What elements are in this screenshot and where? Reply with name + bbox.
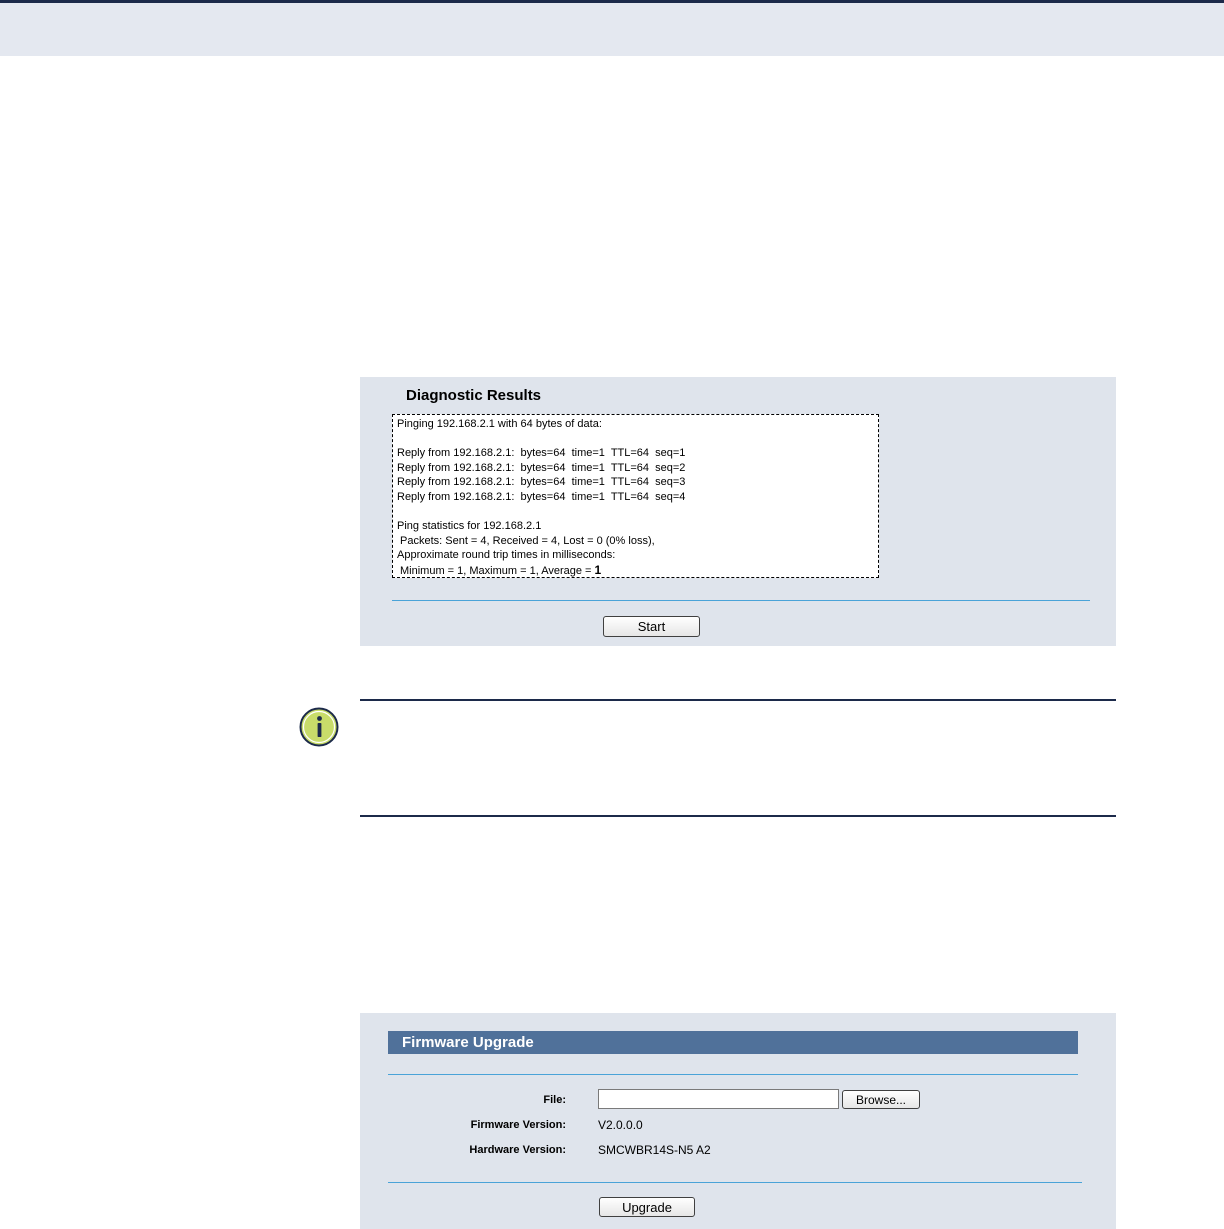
firmware-header: Firmware Upgrade: [388, 1031, 1078, 1054]
firmware-panel: Firmware Upgrade File: Browse... Firmwar…: [360, 1013, 1116, 1229]
result-line: Reply from 192.168.2.1: bytes=64 time=1 …: [397, 490, 686, 503]
result-line: Ping statistics for 192.168.2.1: [397, 520, 542, 533]
result-line: [397, 432, 874, 447]
firmware-version-value: V2.0.0.0: [598, 1118, 643, 1132]
page: Diagnostic Results Pinging 192.168.2.1 w…: [0, 0, 1224, 1229]
upgrade-button[interactable]: Upgrade: [599, 1197, 695, 1217]
hardware-version-value: SMCWBR14S-N5 A2: [598, 1143, 711, 1157]
diagnostic-title: Diagnostic Results: [406, 387, 542, 404]
start-button[interactable]: Start: [603, 616, 700, 637]
note-bottom-rule: [360, 815, 1116, 817]
result-line-text: Minimum = 1, Maximum = 1, Average =: [400, 564, 595, 577]
firmware-divider-top: [388, 1074, 1078, 1075]
result-line: Approximate round trip times in millisec…: [397, 549, 616, 562]
hardware-version-label: Hardware Version:: [469, 1144, 566, 1156]
result-line: [397, 505, 874, 520]
diagnostic-panel: Diagnostic Results Pinging 192.168.2.1 w…: [360, 377, 1116, 646]
result-line-average: Minimum = 1, Maximum = 1, Average = 1: [397, 562, 874, 577]
info-icon: [299, 707, 339, 747]
result-line: Reply from 192.168.2.1: bytes=64 time=1 …: [397, 461, 686, 474]
result-line: Packets: Sent = 4, Received = 4, Lost = …: [400, 534, 655, 547]
result-line: Reply from 192.168.2.1: bytes=64 time=1 …: [397, 476, 686, 489]
firmware-version-label: Firmware Version:: [470, 1119, 566, 1131]
file-input[interactable]: [598, 1089, 839, 1109]
diagnostic-divider: [392, 600, 1090, 601]
note-top-rule: [360, 699, 1116, 701]
result-line: Reply from 192.168.2.1: bytes=64 time=1 …: [397, 447, 686, 460]
firmware-divider-bottom: [388, 1182, 1082, 1183]
top-header-band: [0, 0, 1224, 56]
result-line: Pinging 192.168.2.1 with 64 bytes of dat…: [397, 418, 602, 430]
diagnostic-results-box: Pinging 192.168.2.1 with 64 bytes of dat…: [392, 414, 879, 578]
browse-button[interactable]: Browse...: [842, 1090, 920, 1109]
average-value: 1: [594, 562, 602, 577]
file-label: File:: [543, 1094, 566, 1106]
